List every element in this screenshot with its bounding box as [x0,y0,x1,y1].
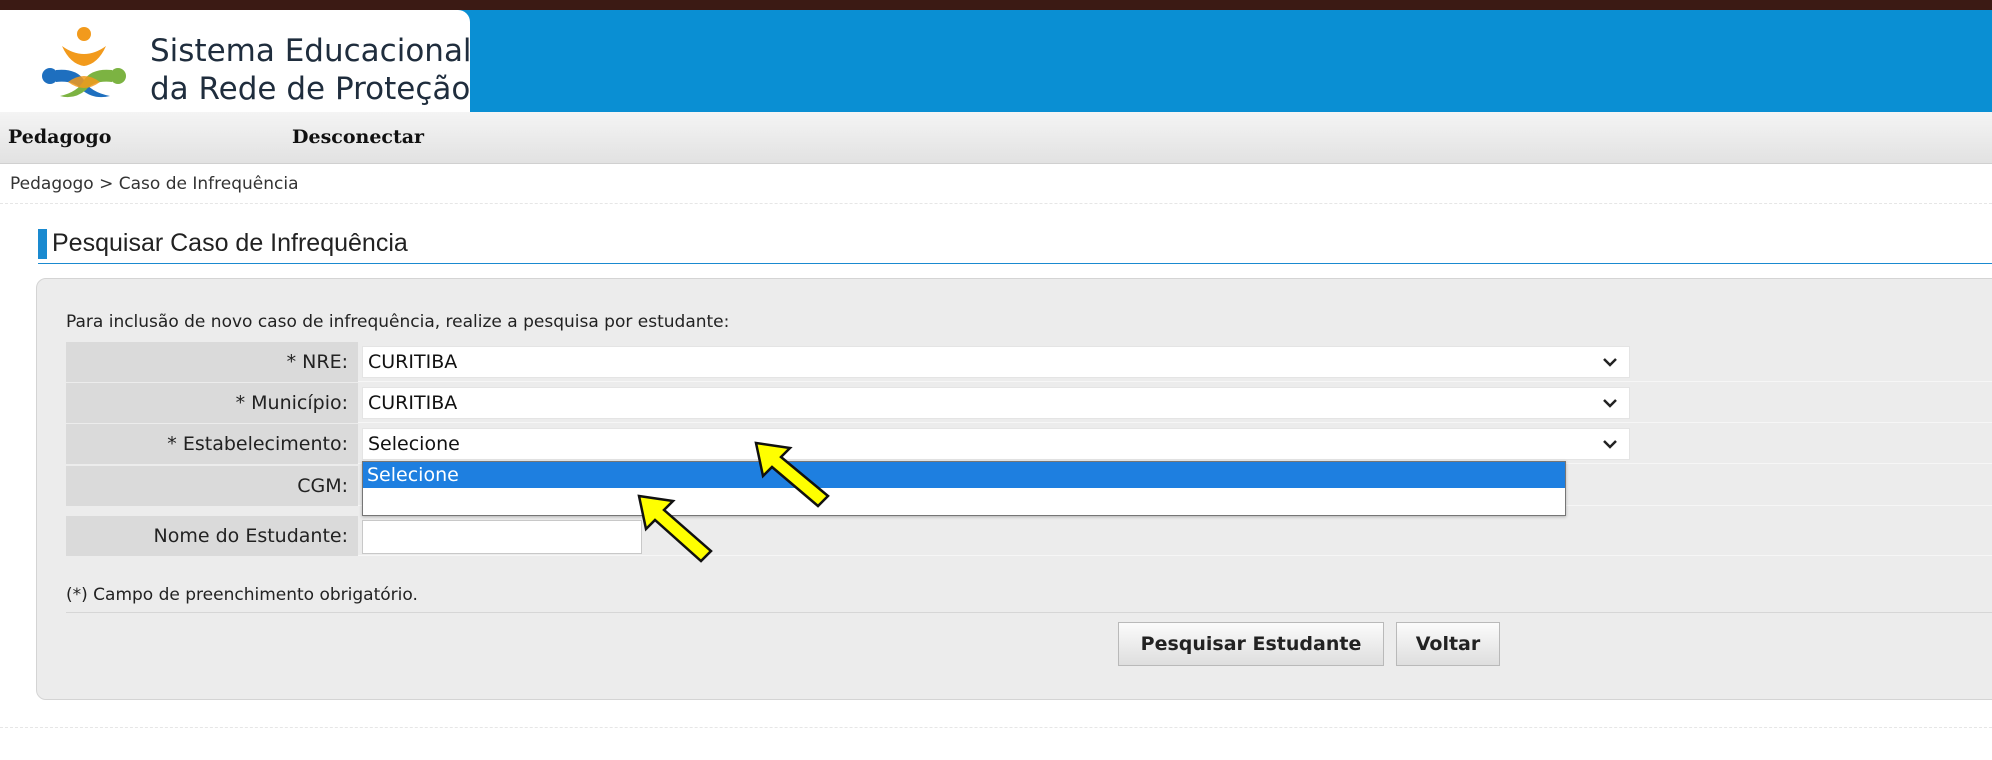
chevron-down-icon [1603,358,1617,367]
municipio-select-value: CURITIBA [368,392,458,414]
estabelecimento-dropdown-list: Selecione [362,461,1566,516]
search-student-button[interactable]: Pesquisar Estudante [1118,622,1384,666]
estabelecimento-select-value: Selecione [368,433,460,455]
form-intro-text: Para inclusão de novo caso de infrequênc… [66,312,730,332]
title-accent-bar [38,229,47,259]
yellow-arrow-icon [637,494,713,563]
nre-select[interactable]: CURITIBA [362,346,1630,378]
dropdown-option[interactable] [363,488,1565,514]
estabelecimento-select[interactable]: Selecione [362,428,1630,460]
logo-text: Sistema Educacional da Rede de Proteção [150,32,472,108]
logo-title-line1: Sistema Educacional [150,33,472,69]
chevron-down-icon [1603,440,1617,449]
page-title: Pesquisar Caso de Infrequência [52,229,408,257]
form-row-municipio: * Município: CURITIBA [66,383,1992,423]
divider [0,203,1992,204]
nre-select-value: CURITIBA [368,351,458,373]
municipio-label: * Município: [66,383,358,423]
divider [66,612,1992,613]
form-row-nome: Nome do Estudante: [66,516,1992,556]
form-row-estabelecimento: * Estabelecimento: Selecione [66,424,1992,464]
title-underline [38,263,1992,264]
menu-item-pedagogo[interactable]: Pedagogo [8,126,111,148]
back-button[interactable]: Voltar [1396,622,1500,666]
nome-estudante-label: Nome do Estudante: [66,516,358,556]
menu-bar: Pedagogo Desconectar [0,112,1992,164]
dropdown-option[interactable]: Selecione [363,462,1565,488]
logo-title-line2: da Rede de Proteção [150,71,471,107]
divider [0,727,1992,728]
menu-item-desconectar[interactable]: Desconectar [292,126,424,148]
nome-estudante-input[interactable] [362,520,642,554]
estabelecimento-label: * Estabelecimento: [66,424,358,464]
logo-area[interactable]: Sistema Educacional da Rede de Proteção [0,10,472,112]
nre-label: * NRE: [66,342,358,382]
municipio-select[interactable]: CURITIBA [362,387,1630,419]
logo-icon [42,27,126,98]
cgm-label: CGM: [66,466,358,506]
yellow-arrow-icon [754,441,830,508]
breadcrumb: Pedagogo > Caso de Infrequência [10,174,299,194]
form-row-nre: * NRE: CURITIBA [66,342,1992,382]
chevron-down-icon [1603,399,1617,408]
required-fields-note: (*) Campo de preenchimento obrigatório. [66,585,418,605]
